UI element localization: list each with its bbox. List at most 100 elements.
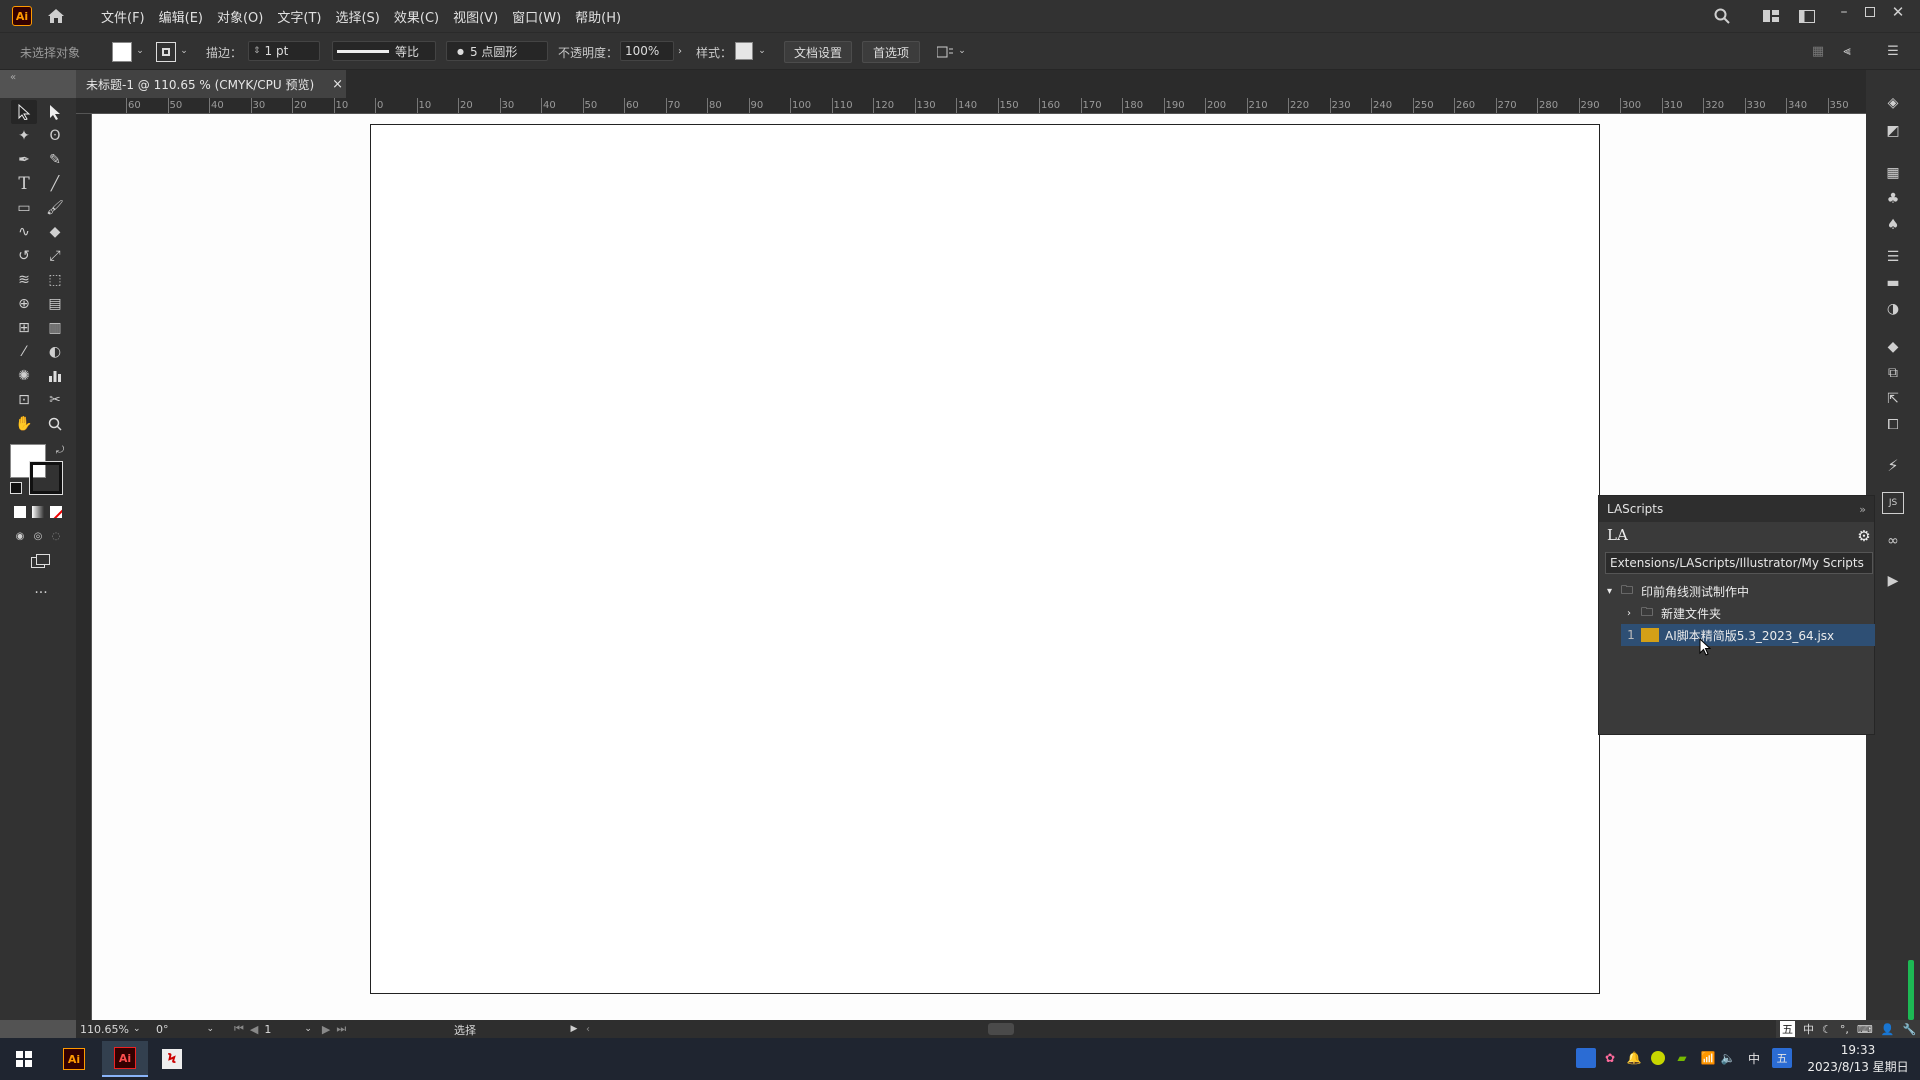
eraser-tool-icon[interactable]: ◆ [42,220,68,244]
fill-swatch[interactable] [112,42,132,62]
symbols-panel-icon[interactable]: ♠ [1882,214,1904,236]
windows-start-icon[interactable] [4,1041,44,1077]
preferences-button[interactable]: 首选项 [862,41,920,63]
perspective-grid-tool-icon[interactable]: ▤ [42,292,68,316]
swap-colors-icon[interactable]: ⤾ [54,444,66,456]
rotate-tool-icon[interactable]: ↺ [11,244,37,268]
search-icon[interactable] [1712,6,1732,26]
stroke-color-box[interactable] [29,461,63,495]
width-tool-icon[interactable]: ≋ [11,268,37,292]
tray-green-icon[interactable] [1648,1048,1668,1068]
volume-icon[interactable]: 🔈 [1718,1048,1738,1068]
menu-view[interactable]: 视图(V) [446,7,505,26]
menu-file[interactable]: 文件(F) [94,7,152,26]
script-path-field[interactable]: Extensions/LAScripts/Illustrator/My Scri… [1605,552,1873,574]
close-icon[interactable]: ✕ [1888,3,1908,21]
artboards-panel-icon[interactable]: ⧉ [1882,362,1904,384]
lascripts-header[interactable]: LAScripts » [1599,496,1874,522]
curvature-tool-icon[interactable]: ✎ [42,148,68,172]
color-mode-icon[interactable] [14,506,26,518]
pen-tool-icon[interactable]: ✒ [11,148,37,172]
taskbar-ai-active-icon[interactable]: Ai [102,1041,148,1077]
libraries-panel-icon[interactable]: ◩ [1882,120,1904,142]
blend-tool-icon[interactable]: ◐ [42,340,68,364]
workspace-icon[interactable] [1762,8,1780,24]
arrange-docs-icon[interactable] [934,43,956,61]
clock[interactable]: 19:33 2023/8/13 星期日 [1800,1042,1916,1076]
selection-tool-icon[interactable] [11,100,37,124]
links-panel-icon[interactable]: ∞ [1882,530,1904,552]
chevron-right-icon[interactable]: › [674,45,686,57]
more-tools-icon[interactable]: ··· [30,585,52,601]
home-icon[interactable] [46,6,66,26]
stroke-panel-icon[interactable]: ☰ [1882,246,1904,268]
gradient-panel-icon[interactable]: ▬ [1882,272,1904,294]
punctuation-icon[interactable]: °, [1840,1023,1849,1036]
taskbar-app-icon[interactable]: Ϟ [152,1041,192,1077]
brushes-panel-icon[interactable]: ♣ [1882,188,1904,210]
ime-toolbar[interactable]: 五 中 ☾ °, ⌨ 👤 🔧 [1776,1020,1920,1038]
brush-select[interactable]: ● 5 点圆形 [446,41,548,61]
draw-inside-icon[interactable]: ◌ [50,530,62,542]
default-colors-icon[interactable] [10,482,22,494]
menu-help[interactable]: 帮助(H) [568,7,628,26]
zoom-tool-icon[interactable] [42,412,68,436]
doc-setup-button[interactable]: 文档设置 [784,41,852,63]
arrange-icon[interactable] [1798,8,1816,24]
menu-effect[interactable]: 效果(C) [387,7,446,26]
app-logo[interactable]: Ai [12,6,32,26]
scale-tool-icon[interactable]: ⤢ [42,244,68,268]
direct-selection-tool-icon[interactable] [42,100,68,124]
free-transform-tool-icon[interactable]: ⬚ [42,268,68,292]
rotation-field[interactable]: 0° ⌄ [156,1021,220,1037]
scroll-left-icon[interactable]: ‹ [582,1021,594,1037]
panel-toggle-icon[interactable]: ▦ [1810,43,1826,59]
maximize-icon[interactable] [1860,4,1880,20]
gradient-mode-icon[interactable] [32,506,44,518]
menu-edit[interactable]: 编辑(E) [152,7,210,26]
taskbar-ime-mode[interactable]: 五 [1772,1048,1792,1068]
lascripts-panel-icon[interactable]: JS [1882,492,1904,514]
none-mode-icon[interactable] [50,506,62,518]
network-icon[interactable]: 📶 [1698,1048,1718,1068]
menu-window[interactable]: 窗口(W) [505,7,568,26]
type-tool-icon[interactable]: T [11,172,37,196]
notification-icon[interactable]: 🔔 [1624,1048,1644,1068]
plugin-panel-icon[interactable]: ⚡ [1882,454,1904,476]
paintbrush-tool-icon[interactable]: 🖌 [42,196,68,220]
gradient-tool-icon[interactable]: ▥ [42,316,68,340]
stroke-swatch[interactable] [156,42,176,62]
swatches-panel-icon[interactable]: ▦ [1882,162,1904,184]
stroke-weight-field[interactable]: ⇕ 1 pt [248,41,320,61]
lasso-tool-icon[interactable]: ʘ [42,124,68,148]
properties-panel-icon[interactable]: ◈ [1882,92,1904,114]
horizontal-ruler[interactable]: 60 50 40 30 20 10 0 10 20 30 40 50 60 70 80 90 100 110 120… [76,98,1866,114]
collapse-toolbar-icon[interactable]: « [10,72,16,83]
shaper-tool-icon[interactable]: ∿ [11,220,37,244]
wrench-icon[interactable]: 🔧 [1902,1023,1916,1036]
prev-artboard-icon[interactable]: ◀ [250,1023,258,1036]
draw-normal-icon[interactable]: ◉ [14,530,26,542]
eyedropper-tool-icon[interactable]: ⁄ [11,340,37,364]
zoom-field[interactable]: 110.65% ⌄ [80,1021,141,1037]
tray-flower-icon[interactable]: ✿ [1600,1048,1620,1068]
line-tool-icon[interactable]: ╱ [42,172,68,196]
actions-panel-icon[interactable]: ▶ [1882,570,1904,592]
mesh-tool-icon[interactable]: ⊞ [11,316,37,340]
chevron-down-icon[interactable]: ⌄ [304,1024,312,1034]
menu-select[interactable]: 选择(S) [328,7,386,26]
transparency-panel-icon[interactable]: ◑ [1882,298,1904,320]
tree-script-row[interactable]: 1 AI脚本精简版5.3_2023_64.jsx [1621,624,1875,646]
first-artboard-icon[interactable]: ⏮ [234,1022,244,1036]
tree-subfolder-row[interactable]: › 🗀 新建文件夹 [1627,602,1869,624]
align-icon[interactable]: ⫷ [1838,43,1856,59]
close-icon[interactable]: × [332,77,343,92]
style-swatch[interactable] [735,42,753,60]
opacity-field[interactable]: 100% [620,41,674,61]
chevron-down-icon[interactable]: ⌄ [956,45,968,57]
artboard-nav[interactable]: ⏮ ◀ 1 ⌄ ▶ ⏭ [234,1021,384,1037]
collapse-panel-icon[interactable]: » [1859,503,1866,516]
artboard-tool-icon[interactable]: ⊡ [11,388,37,412]
chevron-down-icon[interactable]: ⌄ [178,45,190,57]
minimize-icon[interactable]: – [1834,4,1854,20]
